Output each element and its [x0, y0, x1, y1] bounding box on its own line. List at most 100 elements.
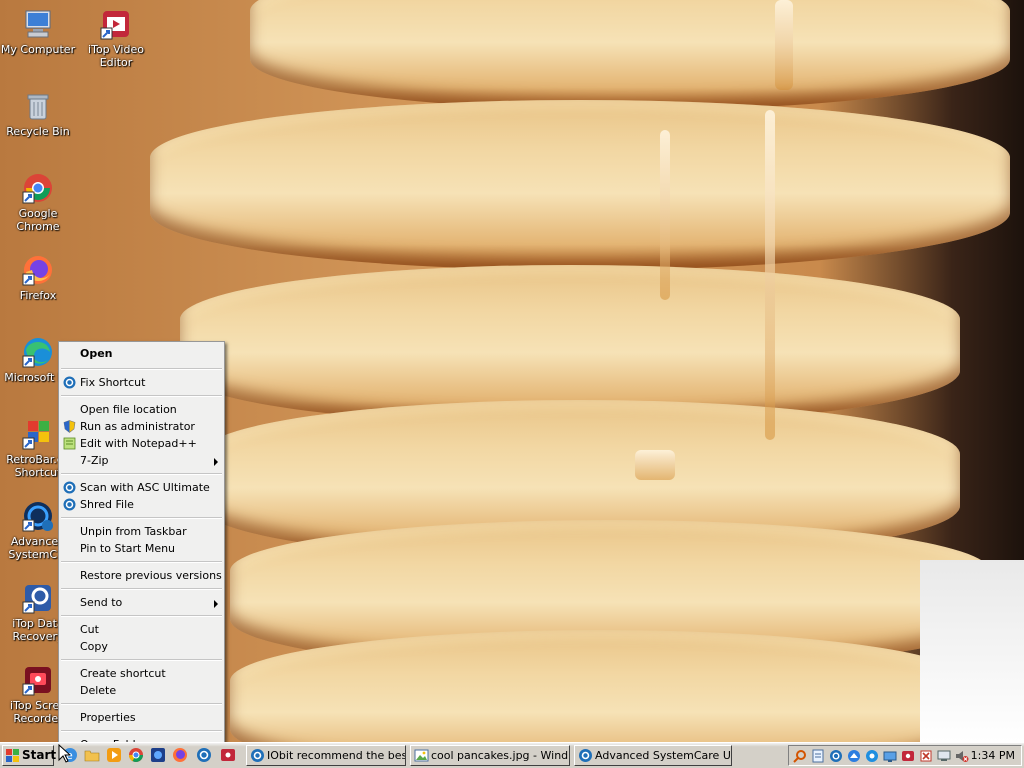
system-tray: 1:34 PM: [788, 745, 1022, 766]
notepad-plus-plus-icon: [63, 437, 76, 450]
menu-item-label: 7-Zip: [80, 454, 109, 467]
desktop-icon-firefox[interactable]: Firefox: [0, 254, 76, 302]
asc-icon: [63, 481, 76, 494]
taskbar-button-label: cool pancakes.jpg - Wind...: [431, 749, 570, 762]
menu-item-restore-previous-versions[interactable]: Restore previous versions: [59, 567, 224, 584]
menu-item-edit-with-notepad-plus-plus[interactable]: Edit with Notepad++: [59, 435, 224, 452]
menu-item-run-as-administrator[interactable]: Run as administrator: [59, 418, 224, 435]
chrome-icon: [250, 748, 265, 763]
chrome-icon: [22, 172, 54, 204]
menu-item-label: Send to: [80, 596, 123, 609]
wallpaper-syrup-drip: [635, 450, 675, 480]
data-recovery-icon: [22, 582, 54, 614]
menu-item-label: Run as administrator: [80, 420, 195, 433]
menu-item-send-to[interactable]: Send to: [59, 594, 224, 611]
taskbar-button-cool-pancakes[interactable]: cool pancakes.jpg - Wind...: [410, 745, 570, 766]
menu-item-cut[interactable]: Cut: [59, 621, 224, 638]
start-label: Start: [22, 748, 57, 762]
menu-item-copy[interactable]: Copy: [59, 638, 224, 655]
menu-item-fix-shortcut[interactable]: Fix Shortcut: [59, 374, 224, 391]
wallpaper-syrup-drip: [765, 110, 775, 440]
windows-logo-icon: [6, 749, 19, 762]
video-editor-icon: [100, 8, 132, 40]
desktop-icon-label: iTop Video Editor: [88, 43, 144, 69]
asc-icon: [63, 376, 76, 389]
menu-separator: [61, 659, 222, 661]
menu-separator: [61, 615, 222, 617]
retrobar-icon: [22, 418, 54, 450]
menu-item-label: Restore previous versions: [80, 569, 222, 582]
quick-launch-asc-icon[interactable]: [196, 747, 212, 763]
taskbar-button-iobit[interactable]: IObit recommend the bes...: [246, 745, 406, 766]
desktop-icon-label: Recycle Bin: [6, 125, 70, 138]
wallpaper-syrup-drip: [775, 0, 793, 90]
quick-launch-media-center-icon[interactable]: [150, 747, 166, 763]
taskbar: Start e IObit recommend the bes... cool …: [0, 742, 1024, 768]
quick-launch-screen-recorder-icon[interactable]: [220, 747, 236, 763]
edge-icon: [22, 336, 54, 368]
driver-booster-tray-icon[interactable]: [847, 749, 861, 763]
quick-launch-chrome-icon[interactable]: [128, 747, 144, 763]
menu-item-7-zip[interactable]: 7-Zip: [59, 452, 224, 469]
quick-launch-firefox-icon[interactable]: [172, 747, 188, 763]
menu-separator: [61, 517, 222, 519]
desktop-icon-label: Firefox: [19, 289, 57, 302]
menu-item-shred-file[interactable]: Shred File: [59, 496, 224, 513]
menu-item-label: Scan with ASC Ultimate: [80, 481, 210, 494]
menu-item-delete[interactable]: Delete: [59, 682, 224, 699]
wallpaper-pancake: [150, 100, 1010, 270]
menu-item-unpin-from-taskbar[interactable]: Unpin from Taskbar: [59, 523, 224, 540]
menu-separator: [61, 730, 222, 732]
desktop-icon-itop-video-editor[interactable]: iTop Video Editor: [78, 8, 154, 69]
start-button[interactable]: Start: [2, 745, 57, 766]
security-alert-tray-icon[interactable]: [919, 749, 933, 763]
notepad-tray-icon[interactable]: [811, 749, 825, 763]
mouse-cursor-icon: [58, 744, 70, 763]
menu-item-properties[interactable]: Properties: [59, 709, 224, 726]
menu-item-create-shortcut[interactable]: Create shortcut: [59, 665, 224, 682]
firefox-icon: [22, 254, 54, 286]
taskbar-button-advanced-systemcare[interactable]: Advanced SystemCare Ul...: [574, 745, 732, 766]
search-icon[interactable]: [793, 749, 807, 763]
asc-icon: [578, 748, 593, 763]
asc-tray-icon[interactable]: [829, 749, 843, 763]
taskbar-button-label: Advanced SystemCare Ul...: [595, 749, 732, 762]
menu-item-pin-to-start-menu[interactable]: Pin to Start Menu: [59, 540, 224, 557]
clock[interactable]: 1:34 PM: [971, 746, 1015, 765]
shield-tray-icon[interactable]: [865, 749, 879, 763]
menu-separator: [61, 588, 222, 590]
submenu-arrow-icon: [214, 458, 218, 466]
wallpaper-plate: [920, 560, 1024, 742]
taskbar-button-label: IObit recommend the bes...: [267, 749, 406, 762]
context-menu: Open Fix Shortcut Open file location Run…: [58, 341, 225, 751]
image-viewer-icon: [414, 748, 429, 763]
display-tray-icon[interactable]: [937, 749, 951, 763]
desktop-icon-google-chrome[interactable]: Google Chrome: [0, 172, 76, 233]
volume-muted-icon[interactable]: [955, 749, 969, 763]
menu-item-open-file-location[interactable]: Open file location: [59, 401, 224, 418]
quick-launch-folder-icon[interactable]: [84, 747, 100, 763]
desktop-icon-recycle-bin[interactable]: Recycle Bin: [0, 90, 76, 138]
asc-icon: [63, 498, 76, 511]
submenu-arrow-icon: [214, 600, 218, 608]
menu-separator: [61, 703, 222, 705]
network-tray-icon[interactable]: [883, 749, 897, 763]
quick-launch-media-player-icon[interactable]: [106, 747, 122, 763]
menu-item-label: Open file location: [80, 403, 177, 416]
menu-separator: [61, 561, 222, 563]
menu-item-label: Copy: [80, 640, 108, 653]
menu-item-label: Fix Shortcut: [80, 376, 146, 389]
desktop-icon-label: My Computer: [0, 43, 76, 56]
menu-item-label: Cut: [80, 623, 99, 636]
menu-separator: [61, 473, 222, 475]
desktop-icon-my-computer[interactable]: My Computer: [0, 8, 76, 56]
desktop-icon-label: Google Chrome: [16, 207, 60, 233]
menu-item-scan-with-asc-ultimate[interactable]: Scan with ASC Ultimate: [59, 479, 224, 496]
menu-item-label: Edit with Notepad++: [80, 437, 197, 450]
menu-item-label: Pin to Start Menu: [80, 542, 176, 555]
menu-item-open[interactable]: Open: [59, 344, 224, 364]
recorder-tray-icon[interactable]: [901, 749, 915, 763]
wallpaper-syrup-drip: [660, 130, 670, 300]
advanced-systemcare-icon: [22, 500, 54, 532]
menu-item-label: Open: [80, 347, 113, 360]
